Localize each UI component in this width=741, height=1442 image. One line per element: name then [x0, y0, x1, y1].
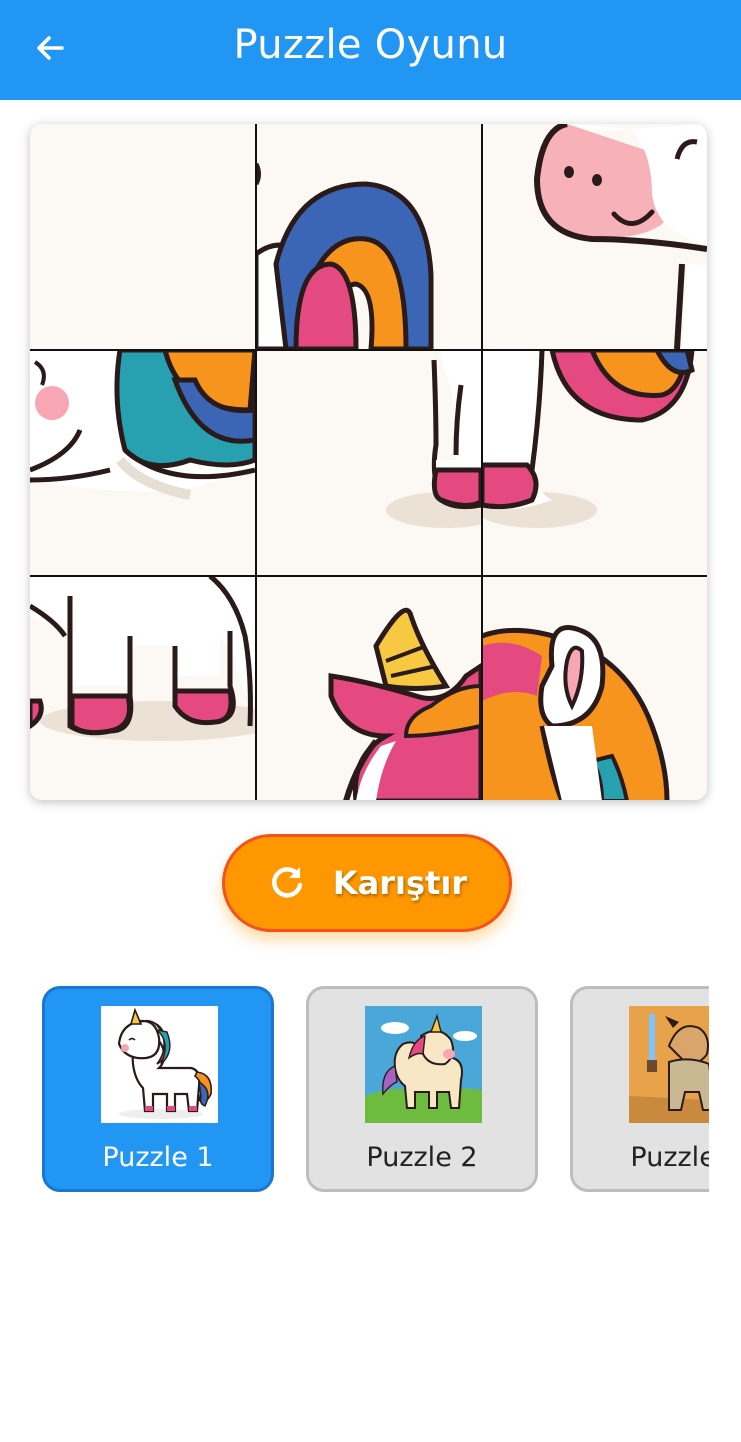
- puzzle-tile[interactable]: [482, 124, 707, 349]
- puzzle-thumbnail: [629, 1006, 709, 1123]
- puzzle-card-label: Puzzle 1: [102, 1142, 214, 1173]
- puzzle-card-label: Puzzle 2: [366, 1142, 478, 1173]
- puzzle-thumbnail: [365, 1006, 482, 1123]
- puzzle-tile[interactable]: [256, 576, 481, 800]
- puzzle-tile[interactable]: [482, 350, 707, 575]
- puzzle-card-1[interactable]: Puzzle 1: [42, 986, 274, 1192]
- puzzle-tile[interactable]: [30, 124, 255, 349]
- puzzle-tile[interactable]: [30, 576, 255, 800]
- puzzle-selector[interactable]: Puzzle 1 Puzzle 2 Puzzle: [0, 984, 709, 1196]
- page-title: Puzzle Oyunu: [233, 22, 508, 68]
- puzzle-card-3[interactable]: Puzzle 3: [570, 986, 709, 1192]
- puzzle-board: [30, 124, 707, 800]
- grid-divider: [30, 575, 707, 577]
- grid-divider: [255, 124, 257, 800]
- shuffle-button-label: Karıştır: [332, 864, 468, 902]
- puzzle-thumbnail: [101, 1006, 218, 1123]
- puzzle-card-label: Puzzle 3: [630, 1142, 709, 1173]
- puzzle-card-2[interactable]: Puzzle 2: [306, 986, 538, 1192]
- grid-divider: [481, 124, 483, 800]
- app-bar: Puzzle Oyunu: [0, 0, 741, 100]
- shuffle-button[interactable]: Karıştır: [222, 834, 512, 932]
- grid-divider: [30, 349, 707, 351]
- refresh-icon: [271, 867, 303, 898]
- puzzle-tile[interactable]: [256, 124, 481, 349]
- puzzle-tile[interactable]: [256, 350, 481, 575]
- puzzle-tile[interactable]: [30, 350, 255, 575]
- puzzle-tile[interactable]: [482, 576, 707, 800]
